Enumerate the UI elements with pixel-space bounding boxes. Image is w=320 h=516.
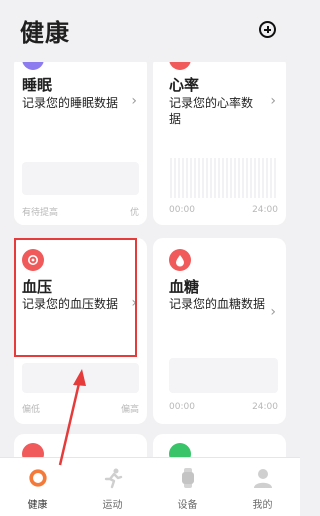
glucose-foot-right: 24:00 — [252, 402, 278, 412]
heart-rate-chart — [170, 158, 276, 198]
glucose-foot-left: 00:00 — [169, 402, 195, 412]
sleep-card[interactable]: 睡眠 记录您的睡眠数据 › 有待提高 优 — [14, 55, 147, 225]
blood-glucose-desc: 记录您的血糖数据 — [169, 297, 266, 311]
tab-health-label: 健康 — [27, 500, 48, 511]
bottom-tab-bar: 健康 运动 设备 我的 — [0, 457, 300, 516]
chevron-right-icon: › — [270, 304, 276, 320]
blood-glucose-icon — [169, 249, 191, 271]
chevron-right-icon: › — [270, 93, 276, 109]
heart-foot-right: 24:00 — [252, 205, 278, 215]
heart-rate-footer: 00:00 24:00 — [169, 205, 278, 215]
heart-rate-card[interactable]: 心率 记录您的心率数据 › 00:00 24:00 — [153, 55, 286, 225]
tab-mine-label: 我的 — [252, 500, 273, 511]
bp-foot-right: 偏高 — [120, 405, 139, 415]
blood-glucose-card[interactable]: 血糖 记录您的血糖数据 › 00:00 24:00 — [153, 238, 286, 424]
heart-foot-left: 00:00 — [169, 205, 195, 215]
sleep-title: 睡眠 — [22, 76, 53, 94]
chevron-right-icon: › — [131, 93, 137, 109]
heart-rate-desc: 记录您的心率数据 — [169, 96, 254, 126]
health-ring-icon — [28, 469, 47, 487]
running-icon — [104, 468, 122, 489]
highlight-box — [14, 238, 137, 357]
tab-device[interactable]: 设备 — [150, 458, 225, 516]
person-icon — [253, 469, 272, 488]
blood-glucose-chart — [169, 358, 278, 393]
top-header: 健康 — [0, 0, 300, 62]
watch-icon — [181, 468, 194, 488]
tab-mine[interactable]: 我的 — [225, 458, 300, 516]
blood-glucose-footer: 00:00 24:00 — [169, 402, 278, 412]
sleep-footer: 有待提高 优 — [22, 205, 139, 218]
page-title: 健康 — [20, 19, 70, 47]
tab-exercise-label: 运动 — [102, 500, 123, 511]
sleep-chart — [22, 162, 139, 195]
bp-foot-left: 偏低 — [22, 405, 41, 415]
heart-rate-title: 心率 — [169, 76, 200, 94]
sleep-desc: 记录您的睡眠数据 — [22, 96, 119, 110]
sleep-foot-left: 有待提高 — [22, 208, 59, 218]
add-button[interactable] — [259, 21, 276, 38]
sleep-foot-right: 优 — [129, 208, 139, 218]
tab-device-label: 设备 — [177, 500, 198, 511]
blood-glucose-title: 血糖 — [169, 278, 200, 296]
pointer-arrow — [58, 369, 86, 466]
